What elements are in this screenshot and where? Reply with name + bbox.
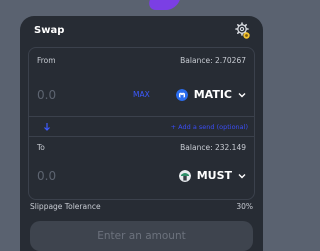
add-send-link[interactable]: + Add a send (optional) <box>171 122 248 132</box>
gear-icon[interactable] <box>235 22 251 40</box>
swap-card: Swap From Balance: 2.70267 0.0 MAX MATIC… <box>20 16 263 251</box>
chevron-down-icon <box>238 93 246 98</box>
to-token-selector[interactable]: MUST <box>178 169 246 183</box>
chevron-down-icon <box>238 174 246 179</box>
max-button[interactable]: MAX <box>133 90 150 100</box>
matic-icon <box>175 89 188 101</box>
swap-direction-row: + Add a send (optional) <box>28 116 255 137</box>
to-panel: To Balance: 232.149 0.0 MUST <box>28 136 255 200</box>
to-label: To <box>37 143 45 152</box>
from-amount-input[interactable]: 0.0 <box>37 88 56 102</box>
to-token-symbol: MUST <box>196 169 232 182</box>
must-icon <box>178 170 191 182</box>
to-balance: Balance: 232.149 <box>180 143 246 152</box>
from-panel: From Balance: 2.70267 0.0 MAX MATIC <box>28 47 255 117</box>
slippage-value[interactable]: 30% <box>236 202 253 212</box>
enter-amount-button[interactable]: Enter an amount <box>30 221 253 251</box>
from-token-symbol: MATIC <box>193 88 232 101</box>
slippage-label: Slippage Tolerance <box>30 202 101 211</box>
slippage-row: Slippage Tolerance 30% <box>30 202 253 214</box>
from-token-selector[interactable]: MATIC <box>175 88 246 102</box>
swap-header: Swap <box>34 22 251 40</box>
background-accent <box>146 0 180 10</box>
arrow-down-icon[interactable] <box>43 122 51 132</box>
swap-title: Swap <box>34 25 65 36</box>
from-balance: Balance: 2.70267 <box>180 56 246 65</box>
to-amount-input[interactable]: 0.0 <box>37 169 56 183</box>
from-label: From <box>37 56 56 65</box>
